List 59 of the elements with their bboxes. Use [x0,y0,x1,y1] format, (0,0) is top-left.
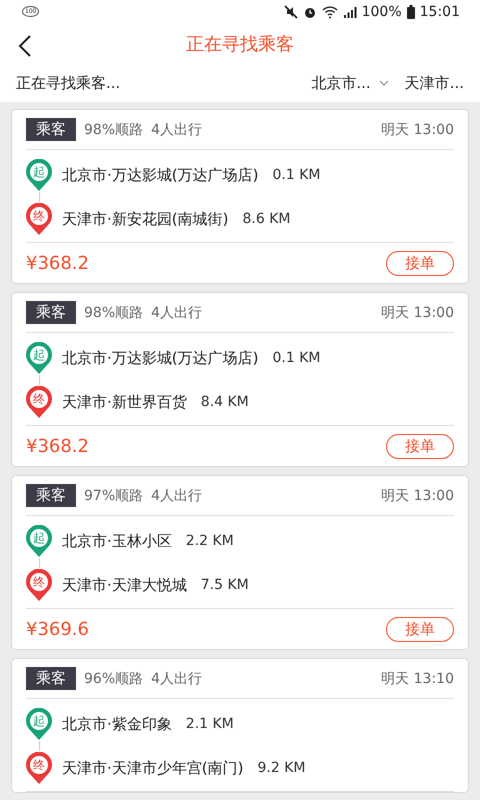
match-rate: 97%顺路 [84,486,144,505]
start-address: 北京市·紫金印象 [62,714,172,734]
start-distance: 2.2 KM [186,533,234,550]
start-address: 北京市·玉林小区 [62,532,172,551]
start-pin-icon: 起 [26,525,52,558]
end-pin-icon: 终 [26,203,52,236]
match-rate: 98%顺路 [84,120,144,139]
match-rate: 96%顺路 [84,670,144,688]
end-address: 天津市·天津市少年宫(南门) [62,758,244,778]
passenger-tag: 乘客 [26,301,76,324]
ride-card[interactable]: 乘客 98%顺路 4人出行 明天 13:00 起 北京市·万达影城(万达广场店) 0.1 KM 终 天津市·新安花园(南城街) 8.6 KM ¥368.2 接单 [11,109,469,284]
start-pin-icon: 起 [26,342,52,374]
passenger-tag: 乘客 [26,118,76,142]
end-address: 天津市·天津大悦城 [62,576,187,595]
wifi-icon [322,4,338,19]
passenger-count: 4人出行 [151,486,202,505]
fare-price: ¥369.6 [26,618,89,640]
origin-city[interactable]: 北京市... [311,74,371,93]
chevron-down-icon[interactable] [378,80,389,86]
start-distance: 2.1 KM [186,716,234,732]
start-pin-icon: 起 [26,708,52,740]
passenger-count: 4人出行 [151,304,202,322]
page-title: 正在寻找乘客 [186,33,294,56]
departure-time: 明天 13:00 [381,120,454,139]
match-rate: 98%顺路 [84,304,144,322]
start-address: 北京市·万达影城(万达广场店) [62,166,258,185]
end-pin-icon: 终 [26,569,52,602]
start-distance: 0.1 KM [272,350,320,366]
end-pin-icon: 终 [26,386,52,418]
departure-time: 明天 13:00 [381,486,454,505]
end-distance: 8.6 KM [242,211,290,228]
departure-time: 明天 13:10 [381,670,454,688]
search-status: 正在寻找乘客... [16,74,122,93]
mute-icon [284,4,298,19]
battery-percent: 100% [362,4,402,20]
departure-time: 明天 13:00 [381,304,454,322]
passenger-tag: 乘客 [26,667,76,690]
ride-card[interactable]: 乘客 98%顺路 4人出行 明天 13:00 起 北京市·万达影城(万达广场店) 0.1 KM 终 天津市·新世界百货 8.4 KM ¥368.2 接单 [11,292,469,468]
destination-city[interactable]: 天津市... [404,74,464,93]
fare-price: ¥368.2 [26,436,89,457]
passenger-count: 4人出行 [151,120,202,139]
battery-icon [406,4,415,19]
passenger-count: 4人出行 [151,670,202,688]
back-icon[interactable] [18,34,32,58]
ride-card[interactable]: 乘客 97%顺路 4人出行 明天 13:00 起 北京市·玉林小区 2.2 KM 终 天津市·天津大悦城 7.5 KM ¥369.6 接单 [11,475,469,650]
fare-price: ¥368.2 [26,252,89,274]
end-address: 天津市·新安花园(南城街) [62,210,228,229]
end-address: 天津市·新世界百货 [62,392,187,412]
start-address: 北京市·万达影城(万达广场店) [62,348,258,368]
passenger-tag: 乘客 [26,484,76,508]
clock-time: 15:01 [420,4,460,20]
start-distance: 0.1 KM [272,167,320,184]
signal-icon [342,4,357,19]
end-distance: 9.2 KM [257,760,306,776]
start-pin-icon: 起 [26,159,52,192]
end-pin-icon: 终 [26,752,52,784]
end-distance: 8.4 KM [200,394,249,410]
ride-card[interactable]: 乘客 96%顺路 4人出行 明天 13:10 起 北京市·紫金印象 2.1 KM 终 天津市·天津市少年宫(南门) 9.2 KM [11,658,469,794]
end-distance: 7.5 KM [200,577,249,594]
